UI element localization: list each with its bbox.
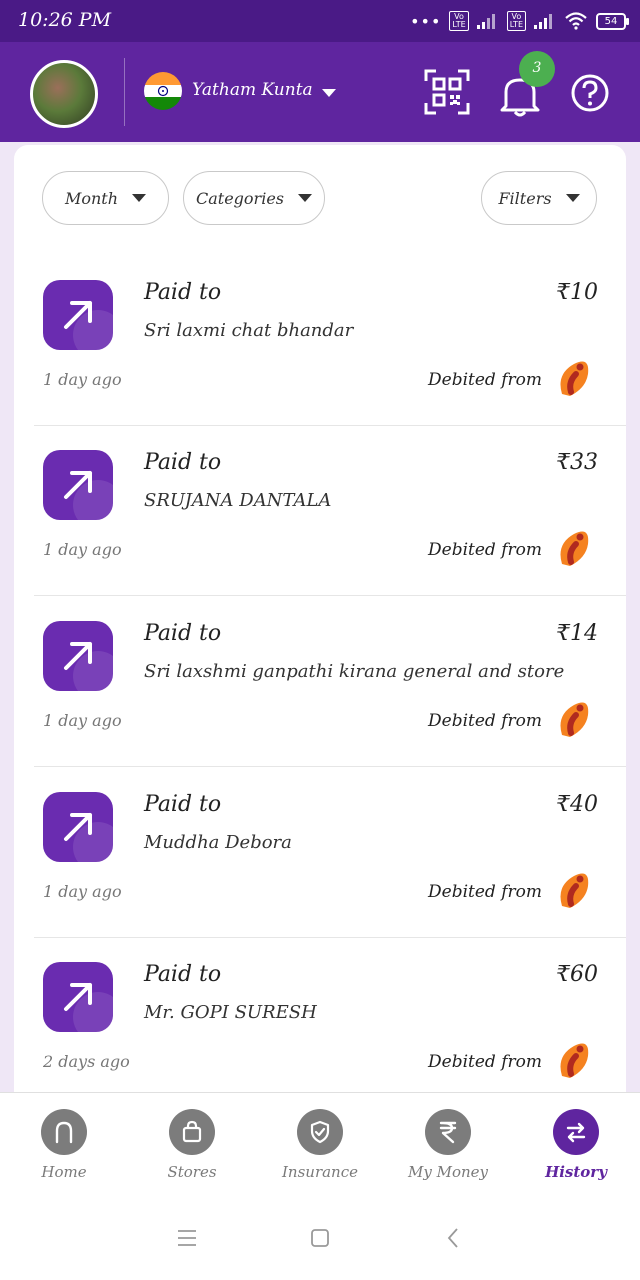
transaction-row[interactable]: Paid to Mr. GOPI SURESH ₹60 2 days ago D…: [34, 938, 626, 1095]
transaction-time: 1 day ago: [43, 370, 122, 389]
user-name[interactable]: Yatham Kunta: [192, 80, 313, 100]
transaction-payee: Muddha Debora: [144, 832, 292, 853]
header-divider: [124, 58, 125, 126]
transaction-row[interactable]: Paid to Sri laxshmi ganpathi kirana gene…: [34, 597, 626, 767]
nav-history-label: History: [545, 1163, 607, 1181]
chevron-down-icon[interactable]: [322, 89, 336, 97]
nav-home[interactable]: Home: [9, 1109, 119, 1181]
wifi-icon: [565, 12, 587, 30]
categories-filter-label: Categories: [196, 188, 284, 208]
chevron-down-icon: [132, 194, 147, 202]
debited-from-label: Debited from: [428, 1052, 542, 1072]
filters-label: Filters: [498, 188, 552, 208]
nav-stores-label: Stores: [167, 1163, 217, 1181]
transaction-label: Paid to: [144, 450, 222, 475]
qr-scan-icon[interactable]: [424, 69, 470, 115]
transaction-time: 2 days ago: [43, 1052, 130, 1071]
transaction-label: Paid to: [144, 280, 222, 305]
sent-arrow-icon: [43, 792, 113, 862]
back-icon[interactable]: [442, 1226, 466, 1250]
bottom-nav: Home Stores Insurance My Money History: [0, 1092, 640, 1197]
bank-logo-icon: [560, 1043, 589, 1078]
bank-logo-icon: [560, 873, 589, 908]
transactions-card: Month Categories Filters Paid to Sri lax…: [14, 145, 626, 1095]
transaction-label: Paid to: [144, 621, 222, 646]
transaction-label: Paid to: [144, 962, 222, 987]
chevron-down-icon: [565, 194, 580, 202]
transaction-payee: Sri laxmi chat bhandar: [144, 320, 354, 341]
transaction-amount: ₹33: [556, 450, 598, 475]
home-square-icon[interactable]: [308, 1226, 332, 1250]
debited-from-label: Debited from: [428, 370, 542, 390]
transaction-amount: ₹10: [556, 280, 598, 305]
transaction-time: 1 day ago: [43, 882, 122, 901]
sent-arrow-icon: [43, 280, 113, 350]
app-header: Yatham Kunta 3: [0, 42, 640, 142]
india-flag-icon[interactable]: [144, 72, 182, 110]
bank-logo-icon: [560, 531, 589, 566]
status-icons: ••• Vo LTE Vo LTE 54: [410, 10, 629, 32]
sent-arrow-icon: [43, 962, 113, 1032]
transaction-time: 1 day ago: [43, 711, 122, 730]
debited-from-label: Debited from: [428, 882, 542, 902]
rupee-icon: [425, 1109, 471, 1155]
sent-arrow-icon: [43, 450, 113, 520]
transaction-payee: SRUJANA DANTALA: [144, 490, 332, 511]
transaction-amount: ₹40: [556, 792, 598, 817]
nav-home-label: Home: [41, 1163, 87, 1181]
nav-stores[interactable]: Stores: [137, 1109, 247, 1181]
transaction-amount: ₹14: [556, 621, 598, 646]
battery-icon: 54: [596, 12, 629, 30]
transaction-row[interactable]: Paid to Sri laxmi chat bhandar ₹10 1 day…: [34, 256, 626, 426]
signal-icon: [476, 14, 495, 29]
transaction-amount: ₹60: [556, 962, 598, 987]
nav-my-money-label: My Money: [407, 1163, 488, 1181]
system-nav-bar: [0, 1196, 640, 1280]
menu-icon[interactable]: [175, 1226, 199, 1250]
swap-arrows-icon: [553, 1109, 599, 1155]
debited-from-label: Debited from: [428, 711, 542, 731]
transaction-payee: Sri laxshmi ganpathi kirana general and …: [144, 661, 565, 682]
nav-insurance[interactable]: Insurance: [265, 1109, 375, 1181]
transaction-row[interactable]: Paid to Muddha Debora ₹40 1 day ago Debi…: [34, 768, 626, 938]
bank-logo-icon: [560, 702, 589, 737]
month-filter-button[interactable]: Month: [42, 171, 169, 225]
volte-icon: Vo LTE: [449, 11, 469, 31]
status-bar: 10:26 PM ••• Vo LTE Vo LTE 54: [0, 0, 640, 42]
filters-button[interactable]: Filters: [481, 171, 597, 225]
signal-icon-2: [534, 14, 552, 29]
avatar[interactable]: [30, 60, 98, 128]
notification-badge: 3: [519, 51, 555, 87]
transaction-row[interactable]: Paid to SRUJANA DANTALA ₹33 1 day ago De…: [34, 426, 626, 596]
categories-filter-button[interactable]: Categories: [183, 171, 325, 225]
volte-icon-2: Vo LTE: [506, 11, 526, 31]
sent-arrow-icon: [43, 621, 113, 691]
bag-icon: [169, 1109, 215, 1155]
transaction-payee: Mr. GOPI SURESH: [144, 1002, 317, 1023]
chevron-down-icon: [298, 194, 312, 202]
debited-from-label: Debited from: [428, 540, 542, 560]
nav-insurance-label: Insurance: [282, 1163, 358, 1181]
home-icon: [41, 1109, 87, 1155]
status-time: 10:26 PM: [18, 9, 112, 31]
nav-history[interactable]: History: [521, 1109, 631, 1181]
nav-my-money[interactable]: My Money: [393, 1109, 503, 1181]
shield-icon: [297, 1109, 343, 1155]
transaction-label: Paid to: [144, 792, 222, 817]
transaction-time: 1 day ago: [43, 540, 122, 559]
more-dots-icon: •••: [410, 11, 442, 31]
bank-logo-icon: [560, 361, 589, 396]
help-icon[interactable]: [570, 73, 610, 113]
month-filter-label: Month: [64, 188, 119, 208]
